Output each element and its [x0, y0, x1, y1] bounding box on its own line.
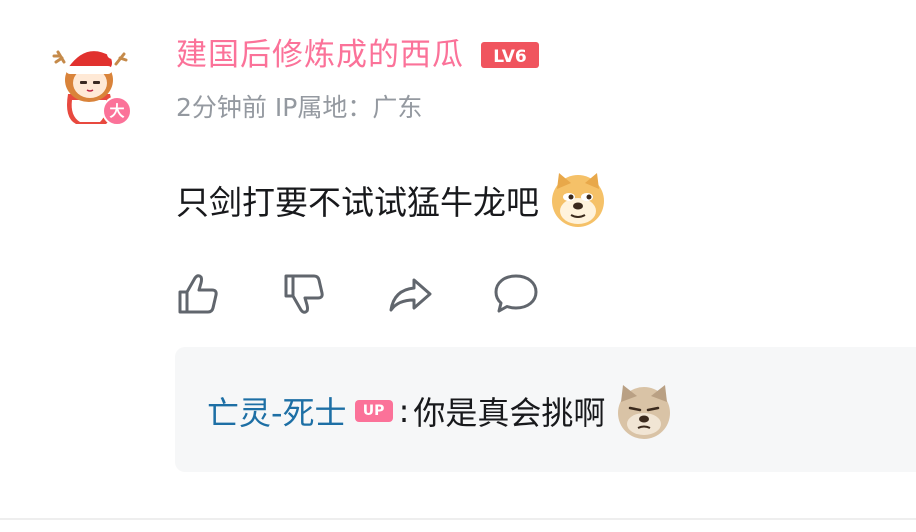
level-badge-icon: LV6 [481, 42, 539, 68]
reply-username[interactable]: 亡灵-死士 [207, 388, 347, 434]
avatar-badge: 大 [102, 96, 132, 126]
reply-colon: : [398, 392, 410, 430]
up-badge: UP [354, 400, 393, 422]
comment-time: 2分钟前 [176, 93, 267, 122]
username[interactable]: 建国后修炼成的西瓜 [176, 30, 464, 80]
share-icon[interactable] [386, 270, 434, 318]
doge-emoji-icon [552, 173, 604, 227]
reply-row: 亡灵-死士 UP : 你是真会挑啊 [207, 381, 673, 441]
user-info-row: 建国后修炼成的西瓜 LV6 [176, 30, 540, 80]
thumbs-up-icon[interactable] [174, 270, 222, 318]
level-text: LV6 [493, 47, 526, 67]
thumbs-down-icon[interactable] [280, 270, 328, 318]
comment-icon[interactable] [492, 270, 540, 318]
ip-location: IP属地：广东 [274, 93, 423, 122]
reply-preview[interactable]: 亡灵-死士 UP : 你是真会挑啊 [175, 347, 916, 472]
comment-meta: 2分钟前 IP属地：广东 [176, 88, 422, 128]
reply-text: 你是真会挑啊 [413, 394, 606, 432]
comment-actions [174, 268, 598, 320]
comment-text: 只剑打要不试试猛牛龙吧 [176, 183, 539, 222]
comment-content: 只剑打要不试试猛牛龙吧 [176, 168, 607, 232]
divider [0, 518, 916, 520]
comment-item: 大 建国后修炼成的西瓜 LV6 2分钟前IP属地：广东 只剑打要不试试猛牛龙吧 [0, 0, 916, 532]
tired-doge-emoji-icon [618, 385, 671, 439]
